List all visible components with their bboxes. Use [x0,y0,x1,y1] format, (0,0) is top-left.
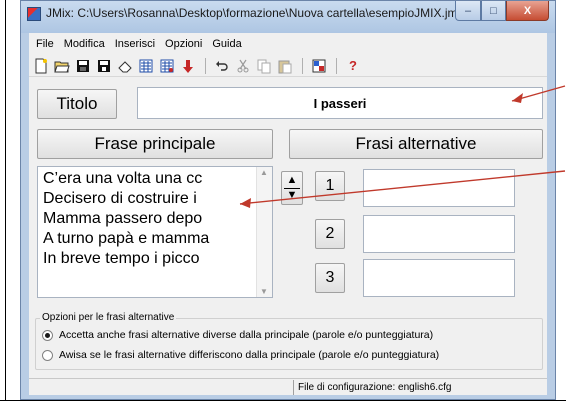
menu-opzioni[interactable]: Opzioni [160,38,207,50]
build-icon[interactable] [136,57,156,75]
page-border-bottom [0,400,566,412]
scroll-down-icon[interactable]: ▼ [260,287,268,296]
alternative-phrases-header[interactable]: Frasi alternative [289,129,543,159]
copy-icon[interactable] [254,57,274,75]
alternative-2-button[interactable]: 2 [315,219,345,249]
toolbar-separator [302,57,303,74]
toolbar-separator [336,57,337,74]
close-button[interactable]: X [506,1,549,21]
menu-inserisci[interactable]: Inserisci [110,38,160,50]
toolbar-separator [205,57,206,74]
menu-modifica[interactable]: Modifica [59,38,110,50]
paste-icon[interactable] [275,57,295,75]
radio-accept[interactable] [42,329,53,341]
phrase-item[interactable]: C’era una volta una cc [38,169,272,189]
radio-accept-label[interactable]: Accetta anche frasi alternative diverse … [59,329,433,341]
open-folder-icon[interactable] [52,57,72,75]
phrase-item[interactable]: Decisero di costruire i [38,189,272,209]
titolo-button[interactable]: Titolo [37,89,117,119]
option-warn-row[interactable]: Awisa se le frasi alternative differisco… [42,349,439,361]
option-accept-row[interactable]: Accetta anche frasi alternative diverse … [42,329,433,341]
move-phrase-spinner[interactable]: ▲ ▼ [281,171,303,205]
page-border-left [0,0,6,412]
radio-warn[interactable] [42,349,53,361]
window-title: JMix: C:\Users\Rosanna\Desktop\formazion… [46,6,464,20]
minimize-button[interactable]: – [455,1,481,21]
menu-file[interactable]: File [31,38,59,50]
jmix-window: JMix: C:\Users\Rosanna\Desktop\formazion… [20,0,556,400]
new-file-icon[interactable] [31,57,51,75]
alternative-1-button[interactable]: 1 [315,171,345,201]
build-alt-icon[interactable] [157,57,177,75]
phrase-list[interactable]: C’era una volta una cc Decisero di costr… [37,166,273,298]
cut-icon[interactable] [233,57,253,75]
app-icon[interactable] [27,7,41,21]
alternative-2-field[interactable] [363,215,515,253]
phrase-item[interactable]: In breve tempo i picco [38,249,272,269]
main-phrase-header[interactable]: Frase principale [37,129,273,159]
down-arrow-icon[interactable] [178,57,198,75]
status-bar: File di configurazione: english6.cfg [29,378,547,395]
eraser-icon[interactable] [115,57,135,75]
alternative-3-field[interactable] [363,259,515,297]
phrase-item[interactable]: A turno papà e mamma [38,229,272,249]
status-config: File di configurazione: english6.cfg [293,380,545,395]
toolbar: ? [29,55,547,77]
client-area: File Modifica Inserisci Opzioni Guida ? … [29,33,547,395]
move-down-icon[interactable]: ▼ [282,189,302,201]
title-bar[interactable]: JMix: C:\Users\Rosanna\Desktop\formazion… [21,1,555,33]
alternative-3-button[interactable]: 3 [315,263,345,293]
save-as-icon[interactable] [94,57,114,75]
page-border-right [555,0,566,412]
help-icon[interactable]: ? [343,57,363,75]
undo-icon[interactable] [212,57,232,75]
move-up-icon[interactable]: ▲ [282,174,302,186]
title-field[interactable]: I passeri [137,87,543,119]
alternative-1-field[interactable] [363,169,515,207]
save-icon[interactable] [73,57,93,75]
group-legend: Opzioni per le frasi alternative [40,312,177,323]
menu-bar: File Modifica Inserisci Opzioni Guida [29,33,547,54]
phrase-list-scrollbar[interactable]: ▲ ▼ [256,167,272,297]
window-controls: – □ X [455,1,549,21]
phrase-item[interactable]: Mamma passero depo [38,209,272,229]
preview-icon[interactable] [309,57,329,75]
radio-warn-label[interactable]: Awisa se le frasi alternative differisco… [59,349,439,361]
menu-guida[interactable]: Guida [207,38,246,50]
alternatives-options-group: Opzioni per le frasi alternative Accetta… [35,312,543,370]
maximize-button[interactable]: □ [481,1,506,21]
scroll-up-icon[interactable]: ▲ [260,168,268,177]
